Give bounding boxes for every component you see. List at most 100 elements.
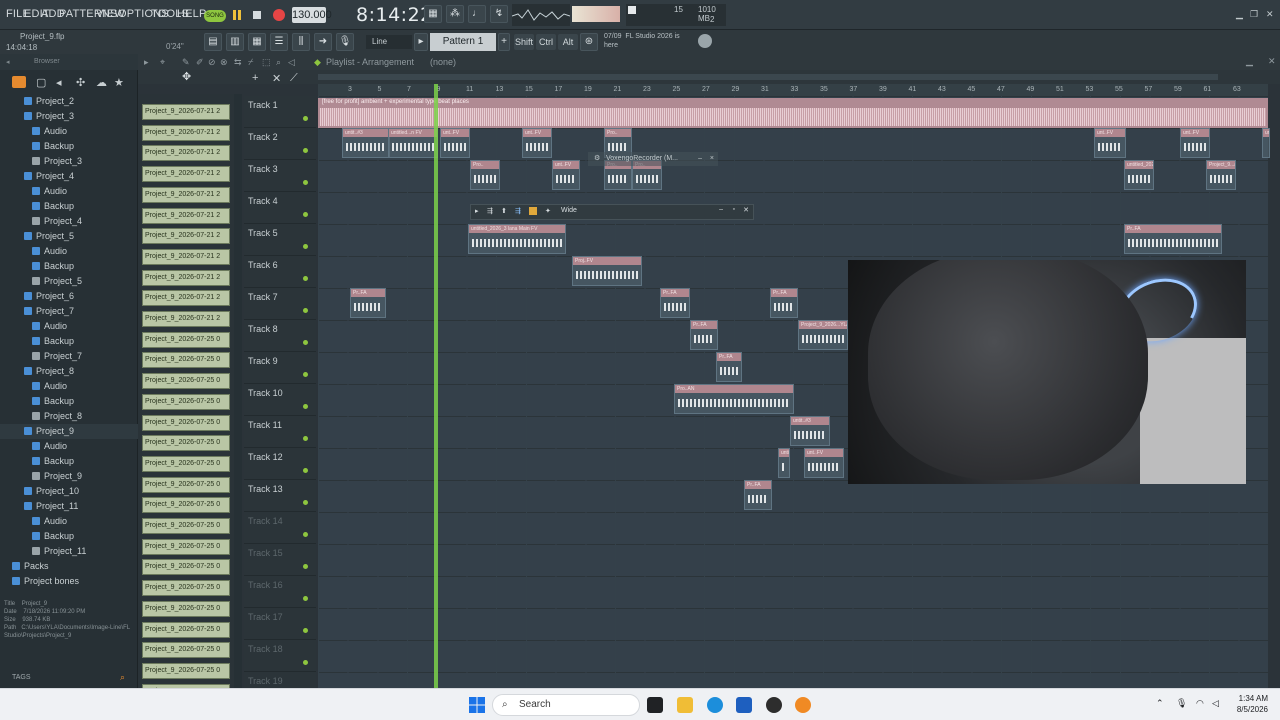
- playlist-clip[interactable]: Pr..FA: [660, 288, 690, 318]
- clip-source-item[interactable]: Project_9_2026-07-25 0: [142, 621, 230, 638]
- clip-source-item[interactable]: Project_9_2026-07-21 2: [142, 124, 230, 141]
- browser-item-project[interactable]: Project_9: [0, 424, 138, 439]
- playlist-clip[interactable]: Project_9...a Main FV: [1206, 160, 1236, 190]
- browser-item-file[interactable]: Project_4: [0, 214, 138, 229]
- browser-item-folder[interactable]: Backup: [0, 454, 138, 469]
- clip-source-item[interactable]: Project_9_2026-07-21 2: [142, 104, 230, 120]
- track-mute-icon[interactable]: [303, 532, 308, 537]
- playlist-button[interactable]: ▤: [204, 33, 222, 51]
- browser-item-root[interactable]: Project bones: [0, 574, 138, 589]
- store-icon[interactable]: [736, 697, 752, 713]
- browser-item-folder[interactable]: Backup: [0, 334, 138, 349]
- track-header[interactable]: Track 13: [244, 480, 316, 512]
- playlist-clip[interactable]: untitled...n FV: [778, 448, 790, 478]
- browser-item-folder[interactable]: Backup: [0, 529, 138, 544]
- draw-tool-icon[interactable]: ✎: [182, 57, 190, 68]
- gear-icon[interactable]: ⚙: [594, 152, 600, 166]
- wide-close-icon[interactable]: ✕: [743, 206, 749, 214]
- browser-item-file[interactable]: Project_11: [0, 544, 138, 559]
- browser-item-project[interactable]: Project_4: [0, 169, 138, 184]
- taskbar-search[interactable]: ⌕ Search: [492, 694, 640, 716]
- clip-source-item[interactable]: Project_9_2026-07-25 0: [142, 455, 230, 472]
- tray-chevron-icon[interactable]: ⌃: [1156, 698, 1164, 709]
- wide-arrow-icon[interactable]: ▸: [475, 207, 479, 215]
- playlist-clip[interactable]: Pro..AN: [674, 384, 794, 414]
- browser-item-folder[interactable]: Backup: [0, 199, 138, 214]
- clip-source-item[interactable]: Project_9_2026-07-21 2: [142, 145, 230, 162]
- track-header[interactable]: Track 11: [244, 416, 316, 448]
- playlist-clip[interactable]: unt..FV: [440, 128, 470, 158]
- playlist-clip[interactable]: unt..FV: [522, 128, 552, 158]
- wide-maximize-icon[interactable]: ▫: [733, 206, 735, 213]
- arrow-right-icon[interactable]: ➜: [314, 33, 332, 51]
- track-mute-icon[interactable]: [303, 660, 308, 665]
- magnet-icon[interactable]: ⌖: [160, 57, 165, 68]
- browser-item-file[interactable]: Project_5: [0, 274, 138, 289]
- zoom-tool-icon[interactable]: ⌕: [276, 57, 281, 68]
- playlist-clip[interactable]: Proj..FV: [572, 256, 642, 286]
- paint-tool-icon[interactable]: ✐: [196, 57, 204, 68]
- clip-source-item[interactable]: Project_9_2026-07-21 2: [142, 228, 230, 245]
- clip-source-item[interactable]: Project_9_2026-07-25 0: [142, 580, 230, 597]
- clip-list-scrollbar[interactable]: [234, 94, 242, 688]
- browser-project-icon[interactable]: ✣: [76, 76, 85, 89]
- track-header[interactable]: Track 9: [244, 352, 316, 384]
- recorder-close-icon[interactable]: ×: [710, 152, 714, 166]
- browser-star-icon[interactable]: ★: [114, 76, 124, 89]
- alt-key[interactable]: Alt: [558, 34, 578, 50]
- browser-cloud-icon[interactable]: ☁: [96, 76, 107, 89]
- pattern-selector[interactable]: Pattern 1: [430, 33, 496, 51]
- mute-tool-icon[interactable]: ⊗: [220, 57, 228, 68]
- clip-source-item[interactable]: Project_9_2026-07-21 2: [142, 290, 230, 307]
- track-mute-icon[interactable]: [303, 372, 308, 377]
- track-mute-icon[interactable]: [303, 276, 308, 281]
- clip-source-item[interactable]: Project_9_2026-07-21 2: [142, 269, 230, 286]
- browser-item-project[interactable]: Project_2: [0, 94, 138, 109]
- track-mute-icon[interactable]: [303, 564, 308, 569]
- playlist-clip[interactable]: Pr..FA: [770, 288, 798, 318]
- track-header[interactable]: Track 18: [244, 640, 316, 672]
- clip-source-item[interactable]: Project_9_2026-07-25 0: [142, 476, 230, 493]
- playlist-clip[interactable]: untitled_2026_3 lana Main FV: [1124, 160, 1154, 190]
- edge-icon[interactable]: [707, 697, 723, 713]
- track-header[interactable]: Track 3: [244, 160, 316, 192]
- clip-source-item[interactable]: Project_9_2026-07-25 0: [142, 518, 230, 534]
- tag-search-icon[interactable]: ⌕: [120, 672, 125, 683]
- playlist-clip[interactable]: unt..FV: [552, 160, 580, 190]
- track-header[interactable]: Track 6: [244, 256, 316, 288]
- playlist-clip[interactable]: unt..FV: [1180, 128, 1210, 158]
- playlist-clip[interactable]: unt..FV: [1262, 128, 1270, 158]
- tempo-display[interactable]: 130.000: [292, 7, 332, 23]
- wide-plugin-window[interactable]: ▸ ⇶ ⬆ ⇶ ✦ Wide – ▫ ✕: [470, 204, 754, 220]
- browser-item-folder[interactable]: Audio: [0, 244, 138, 259]
- playlist-clip[interactable]: untitled_2026_3 lana Main FV: [468, 224, 566, 254]
- browser-item-folder[interactable]: Backup: [0, 139, 138, 154]
- menu-help[interactable]: HELP: [177, 8, 207, 20]
- browser-item-file[interactable]: Project_8: [0, 409, 138, 424]
- fl-studio-icon[interactable]: [795, 697, 811, 713]
- wide-color-icon[interactable]: [529, 207, 537, 215]
- track-mute-icon[interactable]: [303, 404, 308, 409]
- playlist-clip[interactable]: Pr..FA: [716, 352, 742, 382]
- playlist-close-icon[interactable]: ✕: [1268, 56, 1276, 67]
- horizontal-scrollbar[interactable]: [318, 74, 1218, 80]
- song-mode-toggle[interactable]: SONG: [204, 10, 226, 22]
- metronome-icon[interactable]: ♩: [468, 5, 486, 23]
- wide-preset-icon[interactable]: ⇶: [487, 207, 493, 215]
- track-mute-icon[interactable]: [303, 212, 308, 217]
- browser-back-icon[interactable]: ◂: [6, 58, 10, 66]
- playhead[interactable]: [434, 84, 438, 688]
- pattern-add-icon[interactable]: +: [498, 33, 510, 51]
- track-mute-icon[interactable]: [303, 148, 308, 153]
- playlist-clip[interactable]: untit..#3: [790, 416, 830, 446]
- track-header[interactable]: Track 2: [244, 128, 316, 160]
- track-mute-icon[interactable]: [303, 340, 308, 345]
- track-mute-icon[interactable]: [303, 596, 308, 601]
- track-header[interactable]: Track 17: [244, 608, 316, 640]
- browser-item-folder[interactable]: Audio: [0, 379, 138, 394]
- wide-save-icon[interactable]: ⬆: [501, 207, 507, 215]
- playlist-menu-icon[interactable]: ▸: [144, 57, 149, 68]
- clip-source-item[interactable]: Project_9_2026-07-25 0: [142, 538, 230, 555]
- tray-clock[interactable]: 1:34 AM 8/5/2026: [1237, 693, 1268, 715]
- file-explorer-icon[interactable]: [677, 697, 693, 713]
